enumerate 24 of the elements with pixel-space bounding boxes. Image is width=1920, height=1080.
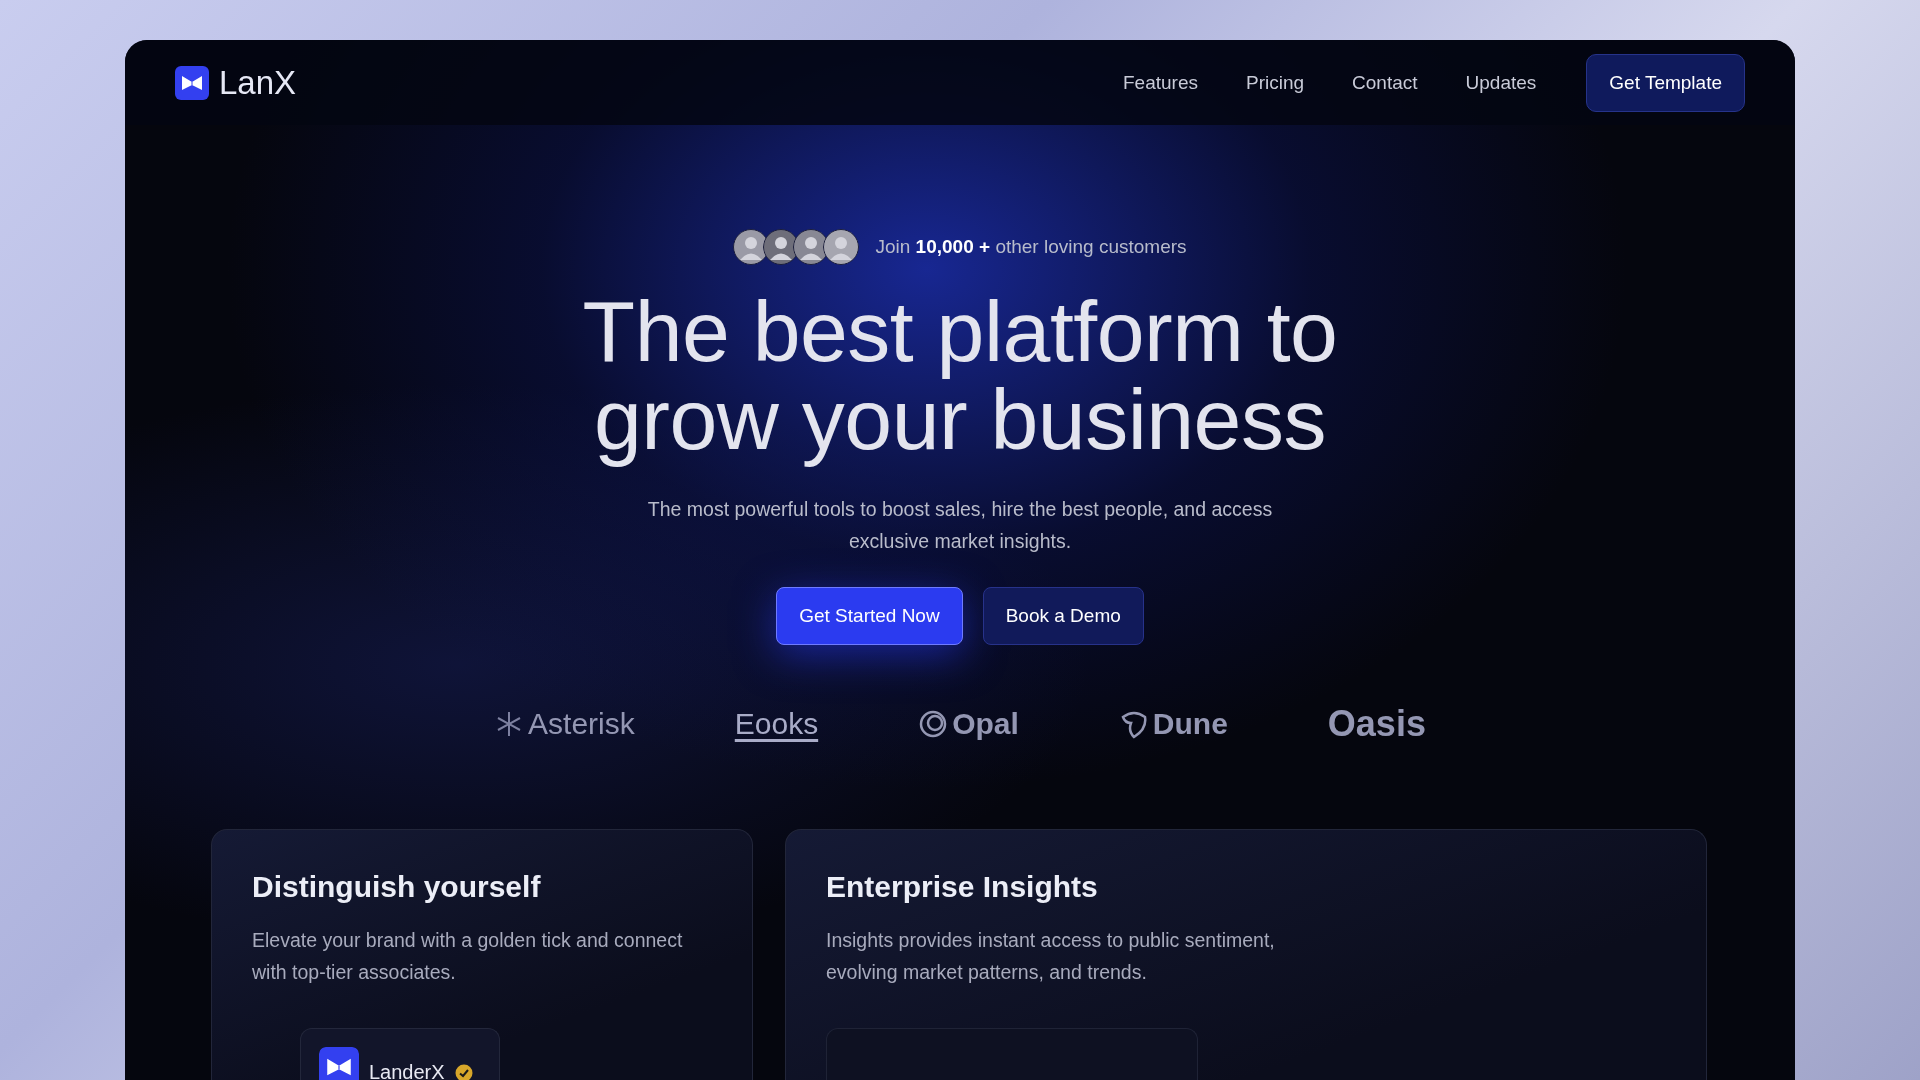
profile-name: LanderX [369,1061,445,1080]
logo-icon [175,65,209,100]
company-logo: Eooks [734,707,819,741]
book-demo-button[interactable]: Book a Demo [982,587,1144,645]
rings-icon [918,709,949,739]
brand-name[interactable]: LanX [219,63,297,102]
company-logo: Oasis [1327,703,1426,745]
nav-link[interactable]: Updates [1465,71,1537,94]
logo-icon [319,1047,359,1080]
company-logo: Asterisk [528,707,635,741]
company-logo: Dune [1152,707,1228,741]
subtitle: The most powerful tools to boost sales, hire the best people, and access exclusive market insights. [646,497,1274,554]
card-title: Enterprise Insights [826,870,1099,904]
company-logo: Opal [952,707,1019,741]
avatar [823,229,860,265]
nav-link[interactable]: Pricing [1246,71,1305,94]
get-started-button[interactable]: Get Started Now [776,587,963,645]
card-title: Distinguish yourself [252,870,542,904]
card-description: Insights provides instant access to public sentiment, evolving market patterns, and trends. [826,928,1276,985]
card-description: Elevate your brand with a golden tick and connect with top-tier associates. [252,928,684,985]
nav-link[interactable]: Features [1123,71,1198,94]
nav-link[interactable]: Contact [1352,71,1418,94]
customers-tagline: Join 10,000 + other loving customers [875,236,1187,258]
get-template-button[interactable]: Get Template [1586,53,1745,112]
